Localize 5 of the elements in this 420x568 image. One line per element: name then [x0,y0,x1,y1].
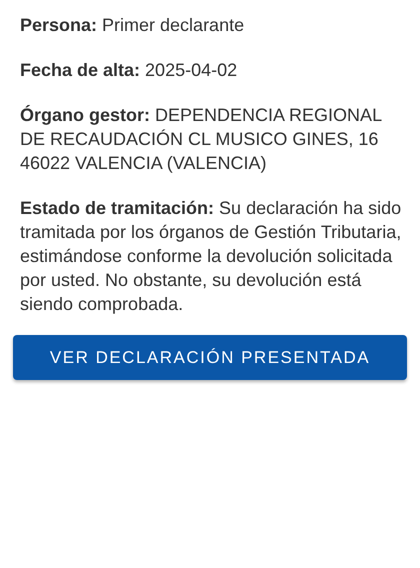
info-text: Estado de tramitación: Su declaración ha sido tramitada por los órganos de Gestión Tributaria, estimándose conforme la devolución solicitada por usted. No obstante, su devolución está siendo comprobada. [20,197,402,316]
view-declaration-button[interactable]: VER DECLARACIÓN PRESENTADA [13,335,407,380]
info-text: Persona: Primer declarante [20,14,246,37]
info-text: Órgano gestor: DEPENDENCIA REGIONAL DE RECAUDACIÓN CL MUSICO GINES, 16 46022 VALENCIA (VALENCIA) [20,104,382,175]
info-text: Fecha de alta: 2025-04-02 [20,59,238,82]
